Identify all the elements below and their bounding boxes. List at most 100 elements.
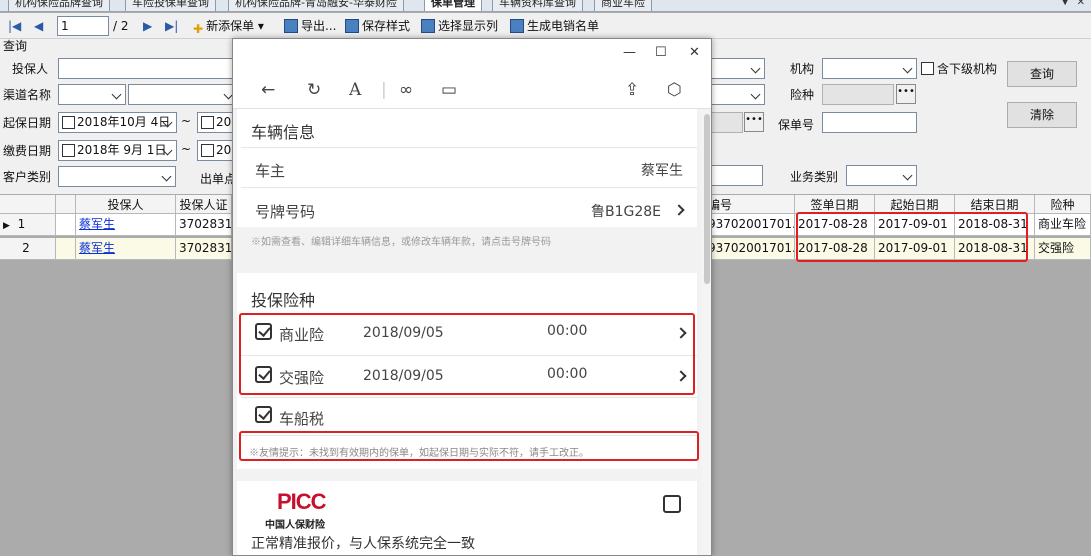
insurance-type-picker-button[interactable]: ••• — [896, 84, 916, 104]
toolbar: |◀ ◀ 1 / 2 ▶ ▶| ✚ 新添保单 ▾ 导出... 保存样式 选择显示列… — [0, 13, 1091, 39]
pay-date-from[interactable]: 2018年 9月 1日 — [58, 140, 177, 161]
id-cell: 370283198 — [176, 214, 232, 236]
new-policy-button[interactable]: ✚ 新添保单 ▾ — [193, 17, 264, 36]
picc-checkbox[interactable] — [663, 495, 681, 513]
chevron-down-icon — [161, 170, 173, 182]
refresh-icon[interactable]: ↻ — [307, 80, 321, 100]
cell — [56, 214, 76, 236]
header-policy-no[interactable]: 编号 — [705, 195, 795, 214]
back-arrow-icon[interactable]: ← — [261, 80, 275, 100]
highlight-dates-box — [796, 212, 1028, 262]
clear-button[interactable]: 清除 — [1007, 102, 1077, 128]
first-page-icon[interactable]: |◀ — [8, 17, 21, 35]
minimize-icon[interactable]: — — [623, 45, 636, 60]
tab-vehicle-db[interactable]: 车辆资料库查询 — [492, 0, 583, 11]
right-input-4[interactable] — [705, 165, 763, 186]
share-icon[interactable]: ⇪ — [625, 80, 639, 100]
chevron-down-icon — [902, 169, 914, 181]
tab-commercial[interactable]: 商业车险 — [594, 0, 652, 11]
query-button[interactable]: 查询 — [1007, 61, 1077, 87]
start-date-to[interactable]: 201 — [197, 112, 237, 133]
plate-label: 号牌号码 — [255, 203, 316, 221]
business-type-select[interactable] — [846, 165, 917, 186]
vehicle-note: ※如需查看、编辑详细车辆信息，或修改车辆年款，请点击号牌号码 — [251, 237, 551, 248]
image-icon — [510, 19, 524, 33]
page-number-input[interactable]: 1 — [57, 16, 109, 36]
start-date-from[interactable]: 2018年10月 4日 — [58, 112, 177, 133]
org-label: 机构 — [790, 62, 815, 76]
chevron-down-icon — [902, 62, 914, 74]
tab-brand-query[interactable]: 机构保险品牌查询 — [8, 0, 110, 11]
row-indicator: ▶ 1 — [0, 214, 56, 236]
chevron-right-icon — [673, 204, 685, 216]
dialog-titlebar: — ☐ ✕ — [233, 39, 711, 71]
generate-list-button[interactable]: 生成电销名单 — [510, 17, 599, 35]
channel-sub-select[interactable] — [128, 84, 238, 105]
picc-card: PICC 中国人保财险 正常精准报价，与人保系统完全一致 — [237, 481, 697, 555]
pay-date-to[interactable]: 201 — [197, 140, 237, 161]
export-button[interactable]: 导出... — [284, 17, 336, 35]
header-insurance-type[interactable]: 险种 — [1035, 195, 1091, 214]
insured-input[interactable] — [58, 58, 238, 79]
plate-value[interactable]: 鲁B1G28E — [591, 201, 661, 221]
divider: | — [381, 80, 387, 100]
policy-no-label: 保单号 — [778, 118, 815, 132]
right-select-2[interactable] — [705, 84, 765, 105]
query-group-title: 查询 — [3, 39, 28, 53]
id-cell: 370283198 — [176, 238, 232, 260]
tax-row[interactable]: 车船税 — [241, 397, 697, 435]
tab-brand-qingdao[interactable]: 机构保险品牌-青岛融安-华泰财险 — [228, 0, 404, 11]
insurance-section-title: 投保险种 — [251, 291, 316, 310]
plate-row[interactable]: 号牌号码 鲁B1G28E — [241, 187, 697, 227]
insured-link[interactable]: 蔡军生 — [76, 238, 176, 260]
add-icon: ✚ — [193, 22, 204, 36]
tab-list-arrow-icon[interactable]: ▼ — [1061, 0, 1069, 7]
link-icon[interactable]: ∞ — [399, 80, 413, 100]
date-checkbox[interactable] — [201, 116, 214, 129]
owner-label: 车主 — [255, 162, 286, 180]
policy-no-input[interactable] — [822, 112, 917, 133]
header-insured[interactable]: 投保人 — [76, 195, 176, 214]
window-icon[interactable]: ▭ — [441, 80, 457, 100]
vehicle-section-title: 车辆信息 — [251, 123, 316, 142]
row-indicator: 2 — [0, 238, 56, 260]
owner-row: 车主 蔡军生 — [241, 147, 697, 187]
tab-strip: 机构保险品牌查询 车险投保单查询 机构保险品牌-青岛融安-华泰财险 保单管理 车… — [0, 0, 1091, 12]
vehicle-policy-dialog: — ☐ ✕ ← ↻ A | ∞ ▭ ⇪ ⬡ 车辆信息 车主 蔡军生 号牌号码 鲁… — [232, 38, 712, 556]
org-select[interactable] — [822, 58, 917, 79]
date-checkbox[interactable] — [201, 144, 214, 157]
next-page-icon[interactable]: ▶ — [143, 17, 152, 35]
channel-select[interactable] — [58, 84, 126, 105]
right-select-1[interactable] — [705, 58, 765, 79]
cube-icon[interactable]: ⬡ — [667, 80, 682, 100]
scrollbar-thumb[interactable] — [704, 114, 710, 284]
right-picker-button[interactable]: ••• — [744, 112, 764, 132]
header-id[interactable]: 投保人证 — [176, 195, 232, 214]
current-row-icon: ▶ — [3, 221, 10, 231]
tab-policy-query[interactable]: 车险投保单查询 — [125, 0, 216, 11]
customer-type-select[interactable] — [58, 166, 176, 187]
date-checkbox[interactable] — [62, 144, 75, 157]
include-sub-label: 含下级机构 — [937, 62, 998, 76]
chevron-down-icon — [162, 144, 174, 156]
date-checkbox[interactable] — [62, 116, 75, 129]
maximize-icon[interactable]: ☐ — [655, 45, 667, 60]
prev-page-icon[interactable]: ◀ — [34, 17, 43, 35]
insured-label: 投保人 — [12, 62, 49, 76]
include-sub-checkbox[interactable] — [921, 62, 934, 75]
policy-cell: 93702001701... — [705, 214, 795, 236]
tab-close-icon[interactable]: ✕ — [1077, 0, 1085, 8]
font-icon[interactable]: A — [349, 80, 361, 100]
insurance-type-label: 险种 — [790, 88, 815, 102]
select-columns-button[interactable]: 选择显示列 — [421, 17, 498, 35]
save-style-button[interactable]: 保存样式 — [345, 17, 410, 35]
checkbox-checked-icon[interactable] — [255, 406, 272, 423]
tilde: ~ — [181, 142, 192, 156]
insurance-type-input[interactable] — [822, 84, 894, 105]
last-page-icon[interactable]: ▶| — [165, 17, 178, 35]
tab-policy-management[interactable]: 保单管理 — [424, 0, 482, 11]
insured-link[interactable]: 蔡军生 — [76, 214, 176, 236]
scrollbar[interactable] — [701, 109, 711, 555]
issue-point-label: 出单点 — [200, 172, 237, 186]
close-icon[interactable]: ✕ — [689, 45, 700, 60]
